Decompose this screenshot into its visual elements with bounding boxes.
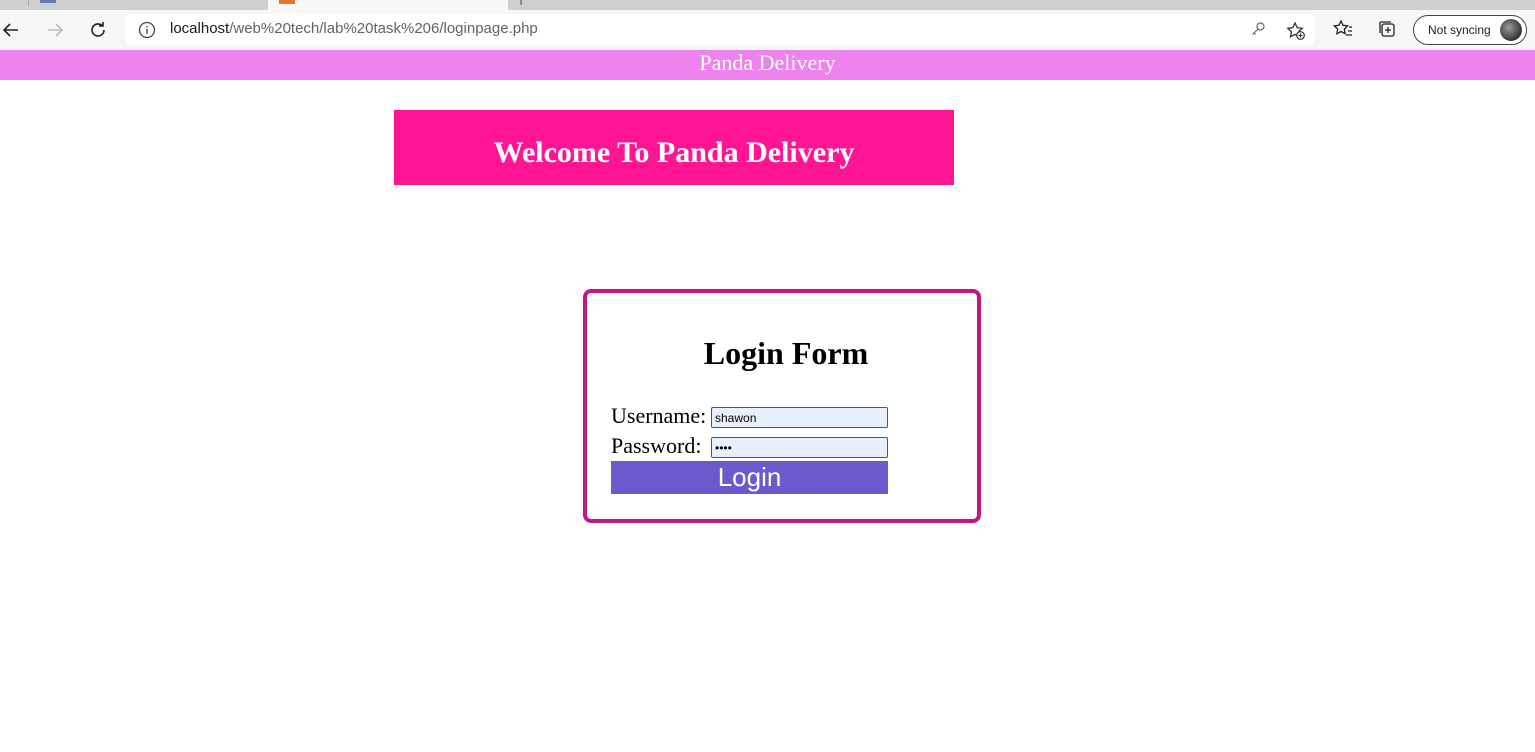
tab-previous[interactable] [28,0,269,6]
profile-sync-button[interactable]: Not syncing [1413,15,1527,45]
site-banner: Panda Delivery [0,50,1535,80]
add-favorite-icon[interactable] [1286,21,1306,41]
avatar [1500,19,1522,41]
url-path: /web%20tech/lab%20task%206/loginpage.php [229,20,538,37]
forward-button[interactable] [40,15,70,45]
tab-active[interactable] [268,0,508,10]
favorites-icon[interactable] [1333,19,1353,39]
login-form-title: Login Form [703,335,869,371]
password-label: Password: [611,433,702,458]
login-button[interactable]: Login [611,461,888,494]
refresh-icon [91,22,105,37]
password-input[interactable] [711,437,888,458]
sync-status-label: Not syncing [1428,23,1491,37]
key-icon[interactable] [1250,21,1266,37]
forward-arrow-icon [48,23,64,37]
back-arrow-icon [2,23,18,37]
welcome-heading: Welcome To Panda Delivery [493,135,855,169]
refresh-button[interactable] [83,15,113,45]
tab-active-favicon-icon [279,0,295,4]
collections-icon[interactable] [1377,19,1397,39]
address-url[interactable]: localhost/web%20tech/lab%20task%206/logi… [170,20,538,37]
username-label: Username: [611,403,707,428]
tab-strip [0,0,1535,10]
welcome-box: Welcome To Panda Delivery [394,110,954,185]
address-bar[interactable]: localhost/web%20tech/lab%20task%206/logi… [126,14,1314,45]
username-input[interactable] [711,407,888,428]
back-button[interactable] [0,15,26,45]
site-info-icon[interactable] [138,21,156,39]
new-tab-icon[interactable] [520,0,522,5]
url-host: localhost [170,20,230,37]
login-form: Login Form Username: Password: Login [583,289,981,523]
banner-title: Panda Delivery [699,50,836,75]
browser-toolbar: localhost/web%20tech/lab%20task%206/logi… [0,10,1535,51]
tab-previous-favicon-icon [40,0,56,3]
